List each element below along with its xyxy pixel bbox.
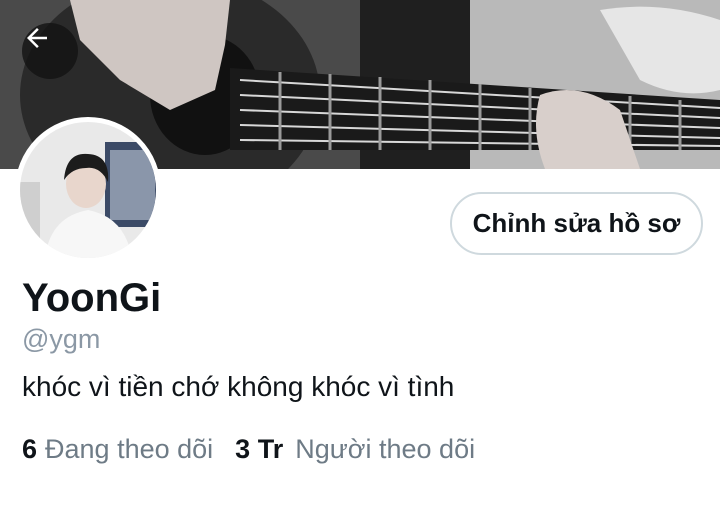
followers-link[interactable]: 3 Tr Người theo dõi <box>235 434 475 465</box>
following-label: Đang theo dõi <box>45 434 214 464</box>
avatar[interactable] <box>15 117 161 263</box>
following-link[interactable]: 6 Đang theo dõi <box>22 434 213 465</box>
back-button[interactable] <box>22 23 78 79</box>
follow-stats: 6 Đang theo dõi 3 Tr Người theo dõi <box>22 434 475 465</box>
arrow-left-icon <box>27 28 47 48</box>
profile-bio: khóc vì tiền chớ không khóc vì tình <box>22 371 455 402</box>
followers-label: Người theo dõi <box>295 434 476 464</box>
display-name: YoonGi <box>22 276 162 320</box>
user-handle: @ygm <box>22 324 101 354</box>
avatar-image <box>20 122 156 258</box>
following-count: 6 <box>22 434 38 464</box>
followers-count: 3 Tr <box>235 434 284 464</box>
edit-profile-button[interactable]: Chỉnh sửa hồ sơ <box>450 192 703 255</box>
